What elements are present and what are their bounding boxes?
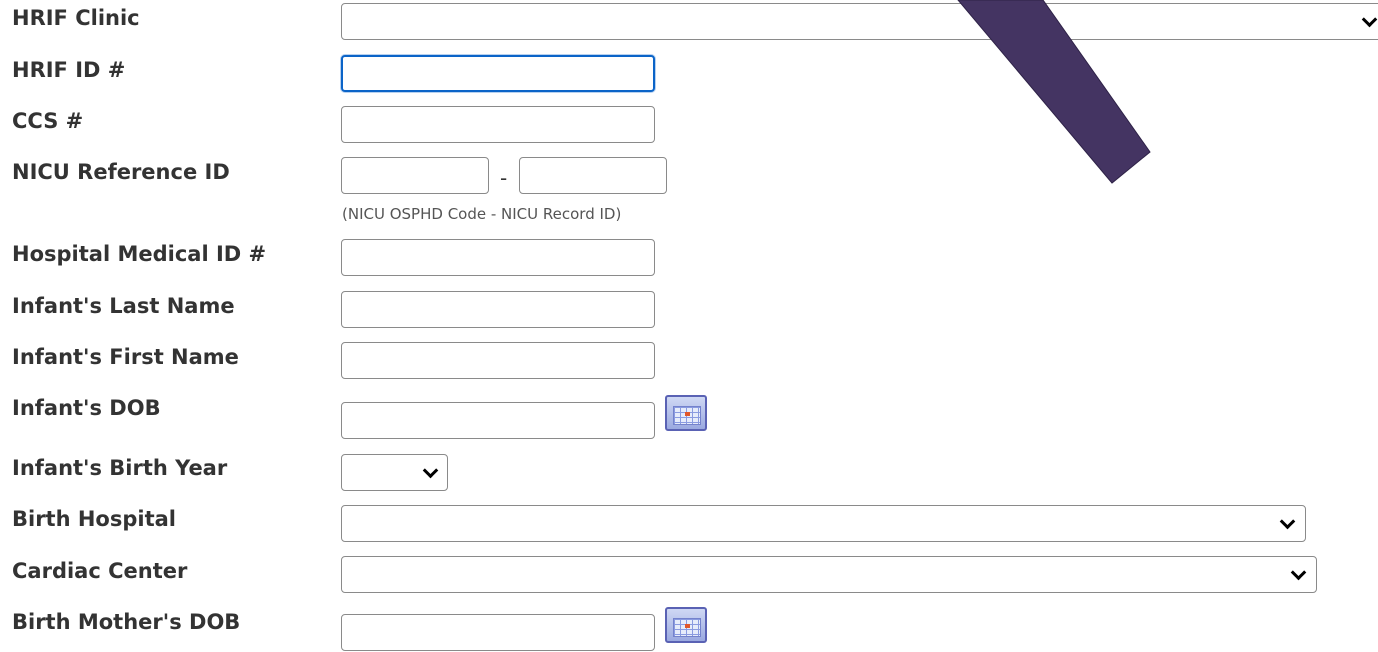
annotation-slash-overlay [957, 0, 1151, 184]
